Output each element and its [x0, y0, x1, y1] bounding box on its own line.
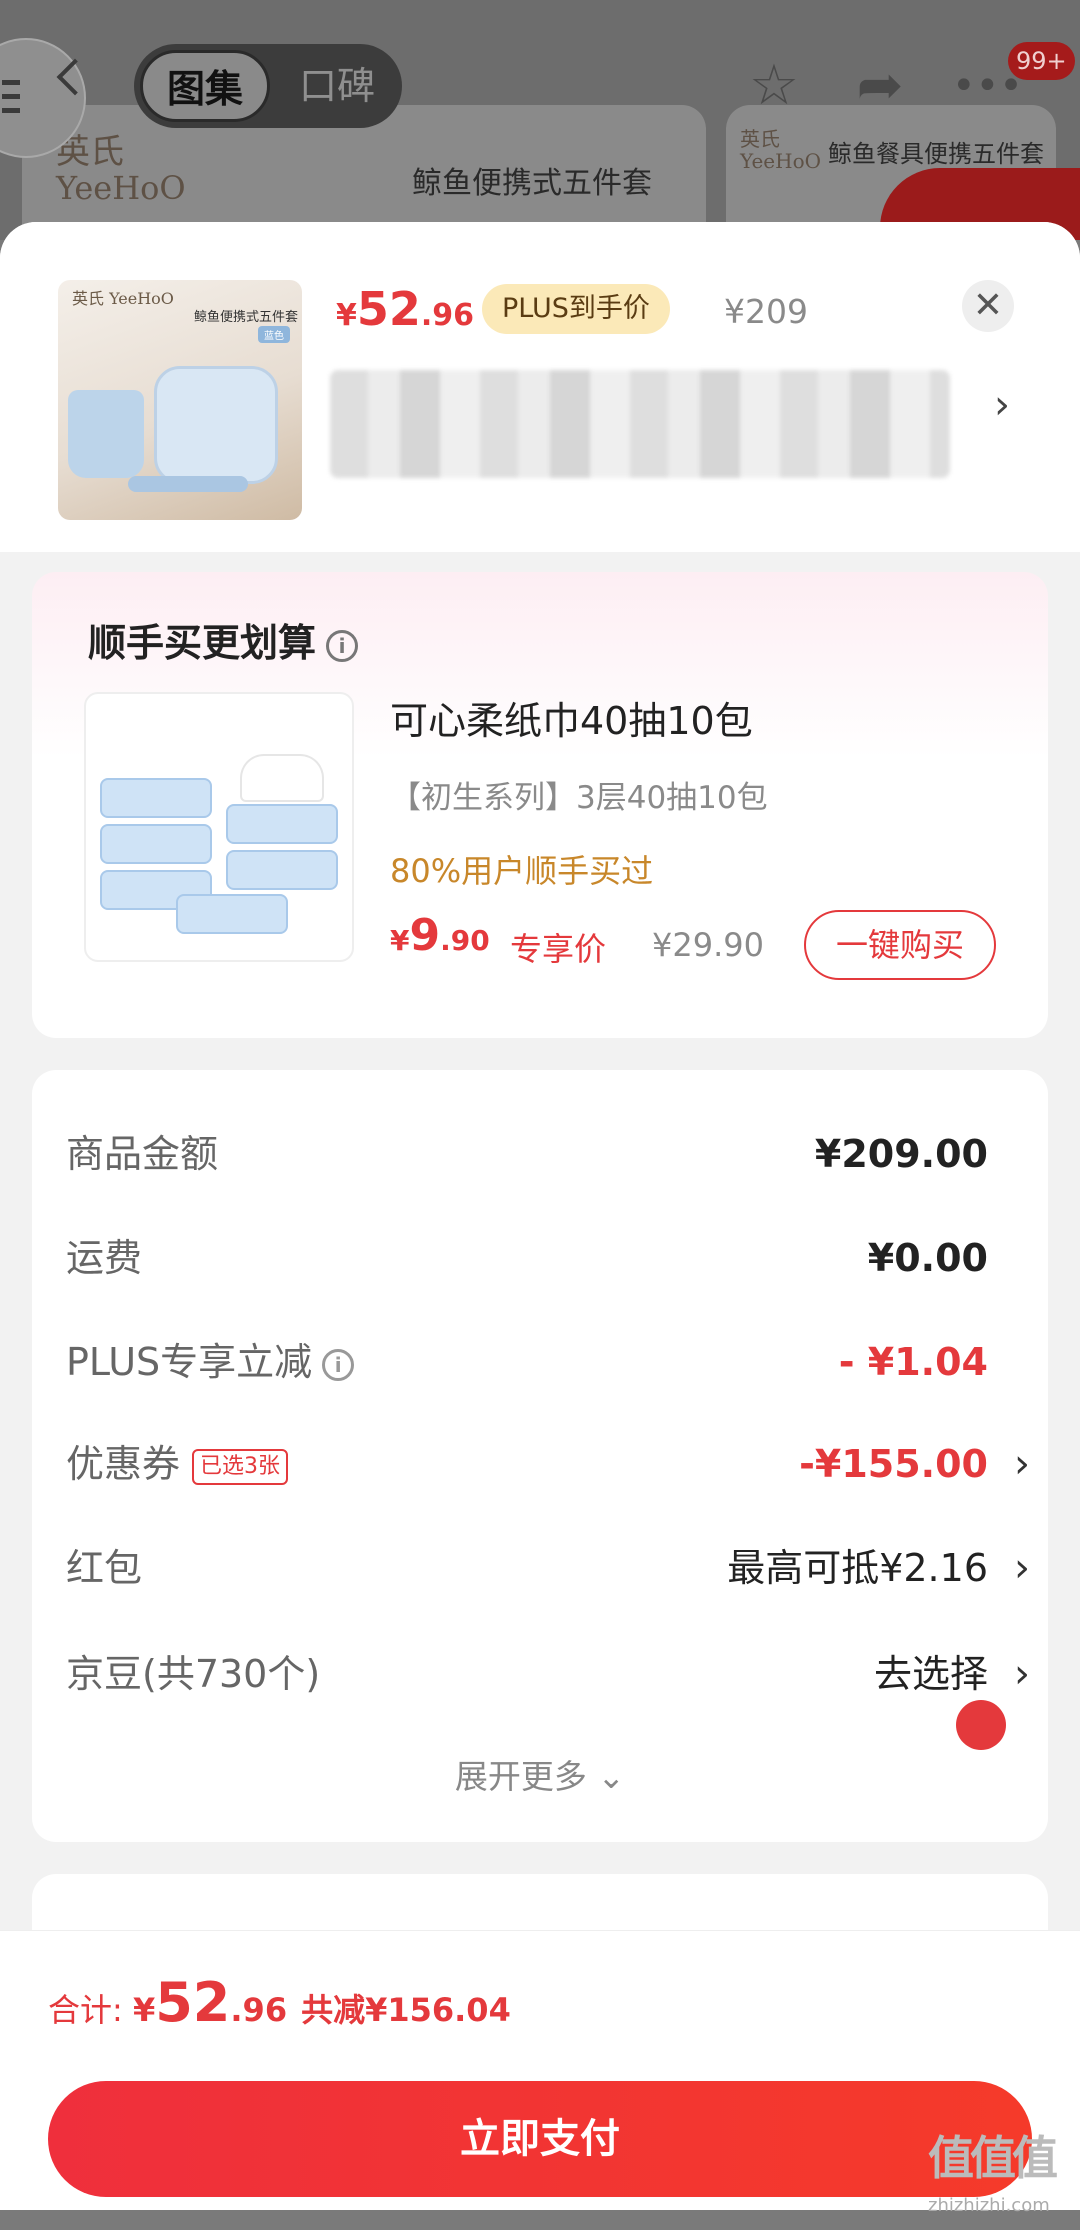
- spoon-illustration: [128, 476, 248, 492]
- checkout-footer: 合计: ¥52.96 共减¥156.04 立即支付: [0, 1930, 1080, 2210]
- product-price: ¥52.96: [336, 282, 475, 336]
- address-blurred[interactable]: [330, 370, 950, 478]
- bundle-offer-card: 顺手买更划算 i 可心柔纸巾40抽10包 【初生系列】3层40抽10包 80%用户…: [32, 572, 1048, 1038]
- address-chevron-icon[interactable]: ›: [994, 382, 1010, 428]
- tab-reviews[interactable]: 口碑: [278, 50, 396, 122]
- fee-value: 最高可抵¥2.16: [727, 1546, 988, 1590]
- thumbnail-name: 鲸鱼便携式五件套: [194, 310, 299, 325]
- close-icon[interactable]: ✕: [962, 280, 1014, 332]
- bundle-item-name[interactable]: 可心柔纸巾40抽10包: [390, 690, 753, 745]
- thumbnail-color-tag: 蓝色: [258, 326, 290, 343]
- notification-badge: 99+: [1008, 42, 1075, 80]
- cup-illustration: [68, 390, 144, 478]
- thumbnail-brand: 英氏 YeeHoO: [72, 289, 174, 308]
- tab-gallery[interactable]: 图集: [140, 50, 270, 122]
- fee-breakdown-card: 商品金额 ¥209.00 运费 ¥0.00 PLUS专享立减 i - ¥1.04 …: [32, 1070, 1048, 1842]
- fee-value: ¥0.00: [867, 1236, 988, 1280]
- one-click-buy-button[interactable]: 一键购买: [804, 910, 996, 980]
- product-thumbnail: 英氏 YeeHoO 鲸鱼便携式五件套 蓝色: [58, 280, 302, 520]
- more-dots-icon[interactable]: •••: [952, 54, 1023, 118]
- star-icon[interactable]: ☆: [742, 54, 806, 118]
- fee-row-red-packet[interactable]: 红包 最高可抵¥2.16 ›: [66, 1538, 1030, 1598]
- bundle-item-stat: 80%用户顺手买过: [390, 852, 654, 890]
- coupon-selected-tag: 已选3张: [192, 1448, 289, 1485]
- container-illustration: [154, 366, 278, 484]
- plus-price-badge: PLUS到手价: [482, 284, 670, 334]
- bundle-title: 顺手买更划算 i: [88, 612, 359, 667]
- background-side-title: 鲸鱼餐具便携五件套: [828, 140, 1044, 168]
- total-discount: 共减¥156.04: [301, 1991, 511, 2029]
- watermark: 值值值 zhizhizhi.com: [928, 2131, 1058, 2216]
- info-icon[interactable]: i: [326, 629, 359, 662]
- order-total: 合计: ¥52.96 共减¥156.04: [48, 1971, 511, 2034]
- fee-value: ¥209.00: [814, 1132, 988, 1176]
- bundle-item-price: ¥9.90: [390, 910, 490, 961]
- fee-row-goods: 商品金额 ¥209.00: [66, 1124, 988, 1184]
- fee-row-jingdou[interactable]: 京豆(共730个) 去选择 ›: [66, 1644, 1030, 1704]
- fee-row-shipping: 运费 ¥0.00: [66, 1228, 988, 1288]
- bundle-item-original-price: ¥29.90: [652, 926, 764, 964]
- view-switcher: 图集 口碑: [134, 44, 402, 128]
- fee-row-coupon[interactable]: 优惠券 已选3张 -¥155.00 ›: [66, 1434, 1030, 1494]
- chevron-right-icon[interactable]: ›: [1014, 1538, 1030, 1598]
- share-icon[interactable]: ➦: [848, 54, 912, 118]
- background-brand-logo: 英氏 YeeHoO: [56, 132, 186, 207]
- chevron-right-icon[interactable]: ›: [1014, 1434, 1030, 1494]
- checkout-sheet: 英氏 YeeHoO 鲸鱼便携式五件套 蓝色 ¥52.96 PLUS到手价 ¥20…: [0, 222, 1080, 2210]
- tissue-thumbnail[interactable]: [84, 692, 354, 962]
- section-indicator-dot: [956, 1700, 1006, 1750]
- fee-value: - ¥1.04: [838, 1340, 988, 1384]
- fee-value: -¥155.00: [799, 1442, 988, 1486]
- original-price: ¥209: [724, 292, 808, 331]
- chevron-right-icon[interactable]: ›: [1014, 1644, 1030, 1704]
- bundle-item-spec: 【初生系列】3层40抽10包: [390, 780, 768, 816]
- exclusive-price-label: 专享价: [510, 930, 607, 968]
- background-side-brand: 英氏 YeeHoO: [740, 127, 822, 173]
- expand-more-button[interactable]: 展开更多 ⌄: [32, 1750, 1048, 1798]
- product-summary: 英氏 YeeHoO 鲸鱼便携式五件套 蓝色 ¥52.96 PLUS到手价 ¥20…: [0, 222, 1080, 552]
- background-product-title: 鲸鱼便携式五件套: [412, 166, 652, 201]
- fee-row-plus-discount: PLUS专享立减 i - ¥1.04: [66, 1332, 988, 1392]
- pay-now-button[interactable]: 立即支付: [48, 2081, 1032, 2197]
- info-icon[interactable]: i: [322, 1348, 355, 1381]
- fee-value: 去选择: [873, 1652, 988, 1696]
